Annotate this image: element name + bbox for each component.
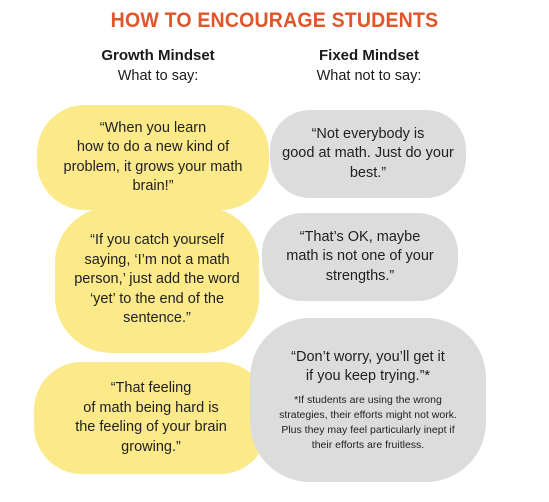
quote-line: best.” bbox=[349, 164, 387, 181]
quote-line: “Not everybody is bbox=[311, 125, 425, 142]
footnote-line: *If students are using the wrong bbox=[294, 393, 442, 406]
quote-line: good at math. Just do your bbox=[282, 145, 454, 162]
growth-quote-bubble: “If you catch yourself saying, ‘I’m not … bbox=[55, 207, 259, 353]
quote-line: “When you learn bbox=[99, 119, 207, 136]
quote-line: how to do a new kind of bbox=[76, 139, 230, 155]
growth-quote-bubble: “That feeling of math being hard is the … bbox=[34, 362, 268, 474]
footnote-line: strategies, their efforts might not work… bbox=[279, 408, 457, 421]
growth-quote-bubble: “When you learn how to do a new kind of … bbox=[37, 105, 269, 210]
quote-line: if you keep trying.”* bbox=[305, 368, 431, 384]
quote-line: sentence.” bbox=[123, 310, 191, 327]
growth-mindset-header: Growth Mindset What to say: bbox=[48, 46, 268, 86]
fixed-quote-bubble: “That’s OK, maybe math is not one of you… bbox=[262, 213, 458, 301]
page-title: HOW TO ENCOURAGE STUDENTS bbox=[110, 9, 439, 32]
quote-line: growing.” bbox=[121, 438, 181, 455]
growth-mindset-subheading: What to say: bbox=[117, 68, 199, 84]
quote-line: person,’ just add the word bbox=[74, 271, 240, 288]
quote-line: saying, ‘I’m not a math bbox=[84, 251, 230, 268]
footnote-line: Plus they may feel particularly inept if bbox=[281, 423, 455, 436]
quote-line: math is not one of your bbox=[286, 248, 434, 265]
footnote-line: their efforts are fruitless. bbox=[311, 438, 425, 451]
growth-mindset-heading: Growth Mindset bbox=[101, 47, 215, 64]
quote-line: brain!” bbox=[132, 178, 174, 194]
quote-line: ‘yet’ to the end of the bbox=[89, 290, 225, 307]
fixed-mindset-heading: Fixed Mindset bbox=[318, 47, 419, 64]
fixed-mindset-subheading: What not to say: bbox=[316, 68, 422, 84]
fixed-quote-bubble: “Not everybody is good at math. Just do … bbox=[270, 110, 466, 198]
quote-line: the feeling of your brain bbox=[75, 419, 227, 435]
quote-block: “Don’t worry, you’ll get it if you keep … bbox=[291, 348, 445, 387]
quote-line: “That feeling bbox=[110, 380, 192, 396]
fixed-mindset-header: Fixed Mindset What not to say: bbox=[259, 46, 479, 86]
quote-line: of math being hard is bbox=[83, 399, 219, 416]
quote-line: problem, it grows your math bbox=[63, 158, 243, 175]
quote-line: “If you catch yourself bbox=[90, 232, 224, 249]
quote-line: “Don’t worry, you’ll get it bbox=[291, 348, 445, 365]
quote-line: “That’s OK, maybe bbox=[299, 228, 421, 245]
fixed-quote-bubble: “Don’t worry, you’ll get it if you keep … bbox=[250, 318, 486, 482]
footnote: *If students are using the wrong strateg… bbox=[265, 393, 471, 453]
quote-line: strengths.” bbox=[325, 267, 395, 284]
